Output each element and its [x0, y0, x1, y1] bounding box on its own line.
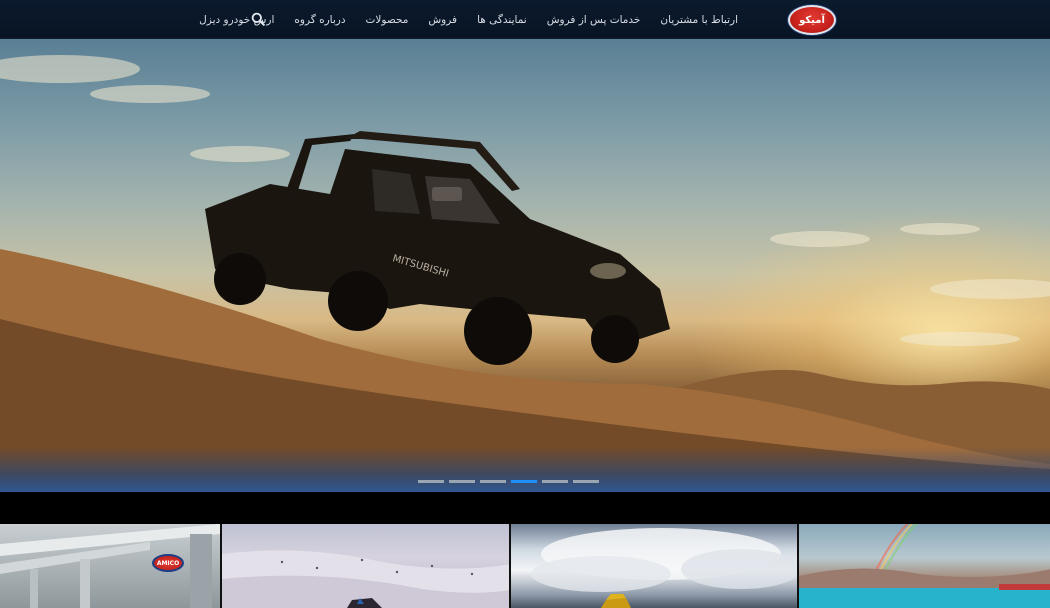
logo-text: آمیکو [799, 14, 825, 26]
amico-badge: AMICO [152, 554, 184, 572]
thumbnail-highway-bridge[interactable]: AMICO [0, 524, 220, 608]
amico-logo[interactable]: آمیکو [788, 5, 836, 35]
nav-about-group[interactable]: درباره گروه [294, 14, 345, 26]
nav-after-sales-service[interactable]: خدمات پس از فروش [547, 14, 641, 26]
slider-pagination [418, 480, 599, 483]
hero-bottom-fade [0, 447, 1050, 492]
top-navigation-bar: آمیکو ارس خودرو دیزل درباره گروه محصولات… [0, 0, 1050, 39]
hero-scene: MITSUBISHI [0, 55, 1050, 492]
section-divider [0, 492, 1050, 524]
thumbnail-yellow-truck-clouds[interactable] [509, 524, 797, 608]
slider-dot-5[interactable] [542, 480, 568, 483]
nav-products[interactable]: محصولات [366, 14, 409, 26]
desert-image [222, 550, 509, 608]
bridge-image [0, 524, 220, 608]
truck-clouds-image [531, 528, 797, 608]
slider-dot-4[interactable] [511, 480, 537, 483]
slider-dot-6[interactable] [573, 480, 599, 483]
slider-dot-2[interactable] [449, 480, 475, 483]
main-menu: ارس خودرو دیزل درباره گروه محصولات فروش … [199, 0, 738, 39]
slider-dot-3[interactable] [480, 480, 506, 483]
thumbnail-rainbow-lake[interactable] [797, 524, 1050, 608]
hero-slider[interactable]: MITSUBISHI [0, 39, 1050, 492]
nav-dealerships[interactable]: نمایندگی ها [477, 14, 527, 26]
thumbnail-row: AMICO [0, 524, 1050, 608]
slider-dot-1[interactable] [418, 480, 444, 483]
rainbow-lake-image [799, 524, 1050, 608]
search-icon[interactable] [251, 12, 265, 26]
nav-sales[interactable]: فروش [428, 14, 457, 26]
badge-text: AMICO [156, 559, 180, 567]
thumbnail-desert-caravan[interactable] [220, 524, 509, 608]
nav-customer-relations[interactable]: ارتباط با مشتریان [660, 14, 738, 26]
